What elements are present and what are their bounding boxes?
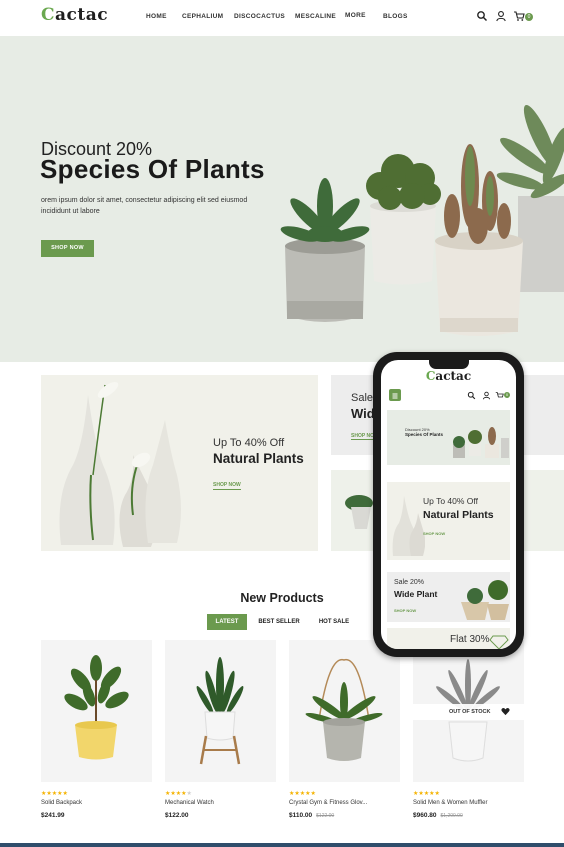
- product-name[interactable]: Solid Backpack: [41, 800, 82, 806]
- user-icon[interactable]: [495, 10, 507, 22]
- product-image[interactable]: [41, 640, 152, 782]
- out-of-stock-label: OUT OF STOCK: [449, 709, 491, 715]
- product-name[interactable]: Solid Men & Women Muffler: [413, 800, 487, 806]
- phone-vases-image: [392, 496, 425, 556]
- phone-banner-flat: Flat 30%: [387, 628, 510, 649]
- phone-wide-plant-image: [461, 580, 509, 620]
- banner2-subtitle: Sale: [351, 392, 374, 404]
- product-price: $110.00 $122.00: [289, 812, 335, 819]
- hero-title: Species Of Plants: [40, 154, 265, 184]
- wishlist-heart-icon[interactable]: [501, 707, 510, 716]
- rating-stars: ★★★★★: [289, 791, 316, 797]
- nav-blogs[interactable]: BLOGS: [383, 13, 408, 20]
- nav-discocactus[interactable]: DISCOCACTUS: [234, 13, 285, 20]
- phone-banner-natural-plants: Up To 40% Off Natural Plants SHOP NOW: [387, 482, 510, 560]
- product-name[interactable]: Mechanical Watch: [165, 800, 214, 806]
- cart-icon[interactable]: [513, 10, 525, 22]
- hero-description: orem ipsum dolor sit amet, consectetur a…: [41, 197, 248, 215]
- cart-count-badge: 0: [525, 13, 533, 21]
- product-card[interactable]: ★★★★★ Crystal Gym & Fitness Glov... $110…: [289, 640, 400, 819]
- tab-latest[interactable]: LATEST: [207, 614, 247, 630]
- shop-now-button[interactable]: SHOP NOW: [41, 240, 94, 257]
- banner1-shop-now-link[interactable]: SHOP NOW: [213, 482, 241, 490]
- hero-plants-image: [280, 105, 564, 336]
- product-price: $122.00: [165, 812, 189, 819]
- rating-stars: ★★★★★: [165, 791, 192, 797]
- product-card[interactable]: ★★★★★ Mechanical Watch $122.00: [165, 640, 276, 819]
- product-price: $241.99: [41, 812, 65, 819]
- search-icon[interactable]: [476, 10, 488, 22]
- product-card[interactable]: ★★★★★ Solid Backpack $241.99: [41, 640, 152, 819]
- banner1-title: Natural Plants: [213, 451, 304, 466]
- phone-banner1-link: SHOP NOW: [423, 531, 446, 536]
- product-card[interactable]: OUT OF STOCK ★★★★★ Solid Men & Women Muf…: [413, 640, 524, 819]
- nav-more[interactable]: MORE: [345, 12, 366, 19]
- banner1-subtitle: Up To 40% Off: [213, 437, 285, 449]
- phone-hero-title: Species Of Plants: [405, 432, 444, 437]
- diamond-icon: [489, 635, 509, 649]
- product-price: $960.80 $1,200.00: [413, 812, 463, 819]
- product-image[interactable]: [289, 640, 400, 782]
- phone-notch: [429, 360, 469, 369]
- out-of-stock-bar: OUT OF STOCK: [413, 704, 524, 720]
- tab-best-seller[interactable]: BEST SELLER: [256, 614, 302, 630]
- phone-mockup: Cactac 0 Discount 20% Species Of Plants: [373, 352, 524, 657]
- phone-banner1-subtitle: Up To 40% Off: [423, 496, 478, 506]
- phone-banner1-title: Natural Plants: [423, 509, 494, 521]
- rating-stars: ★★★★★: [413, 791, 440, 797]
- product-name[interactable]: Crystal Gym & Fitness Glov...: [289, 800, 367, 806]
- phone-hero: Discount 20% Species Of Plants: [387, 410, 510, 465]
- logo[interactable]: Cactac: [41, 5, 108, 25]
- phone-menu-icon: [389, 389, 401, 401]
- rating-stars: ★★★★★: [41, 791, 68, 797]
- phone-banner2-title: Wide Plant: [394, 589, 438, 599]
- promo-banner-natural-plants[interactable]: Up To 40% Off Natural Plants SHOP NOW: [41, 375, 318, 551]
- phone-screen: Cactac 0 Discount 20% Species Of Plants: [381, 360, 516, 649]
- hero-banner: Discount 20% Species Of Plants orem ipsu…: [0, 36, 564, 362]
- site-header: Cactac HOME CEPHALIUM DISCOCACTUS MESCAL…: [0, 0, 564, 36]
- nav-mescaline[interactable]: MESCALINE: [295, 13, 336, 20]
- phone-cart-icon: [495, 392, 504, 398]
- nav-cephalium[interactable]: CEPHALIUM: [182, 13, 223, 20]
- phone-banner-wide-plant: Sale 20% Wide Plant SHOP NOW: [387, 572, 510, 622]
- phone-banner2-link: SHOP NOW: [394, 608, 417, 613]
- banner2-title: Wid: [351, 406, 375, 421]
- bottom-border: [0, 843, 564, 847]
- phone-banner3-title: Flat 30%: [450, 634, 490, 645]
- nav-home[interactable]: HOME: [146, 13, 167, 20]
- vases-image: [59, 381, 181, 547]
- phone-cart-badge: 0: [504, 392, 510, 398]
- phone-logo: Cactac: [425, 369, 472, 383]
- phone-user-icon: [482, 391, 491, 400]
- product-image[interactable]: OUT OF STOCK: [413, 640, 524, 782]
- phone-hero-plants: [453, 427, 509, 458]
- phone-banner2-subtitle: Sale 20%: [394, 579, 424, 586]
- tab-hot-sale[interactable]: HOT SALE: [313, 614, 355, 630]
- product-image[interactable]: [165, 640, 276, 782]
- phone-search-icon: [467, 391, 476, 400]
